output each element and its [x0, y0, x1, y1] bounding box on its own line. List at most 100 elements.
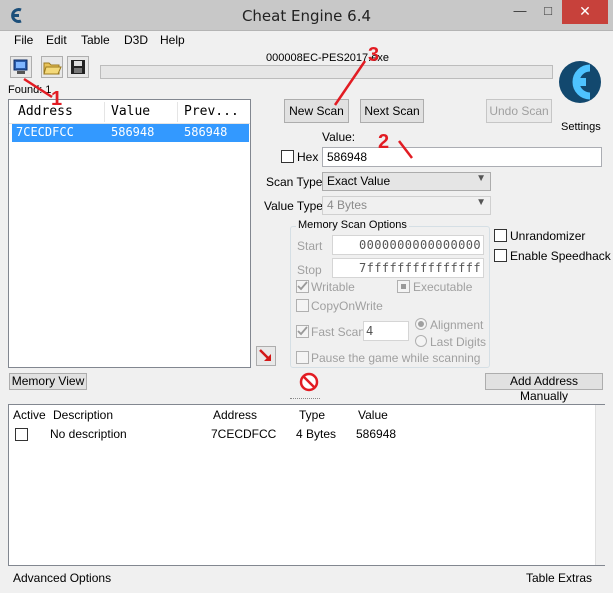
value-label: Value: — [322, 130, 356, 144]
computer-select-icon — [13, 59, 28, 74]
memory-view-button[interactable]: Memory View — [9, 373, 87, 390]
result-previous: 586948 — [184, 125, 228, 139]
last-digits-radio[interactable] — [415, 335, 427, 347]
annotation-label-3: 3 — [368, 44, 380, 66]
scan-value-input[interactable]: 586948 — [322, 147, 602, 167]
row-value: 586948 — [356, 427, 397, 441]
scan-type-value: Exact Value — [327, 174, 391, 188]
found-count: Found: 1 — [8, 84, 52, 96]
column-description[interactable]: Description — [53, 408, 113, 422]
column-active[interactable]: Active — [13, 408, 46, 422]
unrandomizer-checkbox[interactable] — [494, 229, 507, 242]
copy-on-write-label: CopyOnWrite — [311, 299, 383, 313]
advanced-options-link[interactable]: Advanced Options — [13, 571, 111, 585]
vertical-scrollbar[interactable] — [595, 405, 605, 565]
pause-game-checkbox[interactable] — [296, 351, 309, 364]
floppy-disk-icon — [71, 60, 85, 74]
table-extras-link[interactable]: Table Extras — [526, 571, 592, 585]
fast-scan-label: Fast Scan — [311, 325, 366, 339]
scan-results-list[interactable]: Address Value Prev... 7CECDFCC 586948 58… — [8, 99, 251, 368]
red-arrow-down-right-icon — [259, 349, 271, 361]
column-address[interactable]: Address — [213, 408, 257, 422]
stop-address-input[interactable]: 7fffffffffffffff — [332, 258, 484, 278]
memory-scan-options-title: Memory Scan Options — [296, 219, 409, 231]
title-bar[interactable]: Cheat Engine 6.4 — □ ✕ — [0, 0, 613, 31]
copy-on-write-checkbox[interactable] — [296, 299, 309, 312]
table-row[interactable]: No description 7CECDFCC 4 Bytes 586948 — [9, 426, 594, 444]
close-button[interactable]: ✕ — [562, 0, 608, 24]
address-table[interactable]: Active Description Address Type Value No… — [8, 404, 605, 566]
start-address-input[interactable]: 0000000000000000 — [332, 235, 484, 255]
hex-checkbox[interactable] — [281, 150, 294, 163]
annotation-label-2: 2 — [378, 131, 390, 153]
executable-label: Executable — [413, 280, 473, 294]
process-name: 000008EC-PES2017.exe — [266, 52, 389, 64]
maximize-button[interactable]: □ — [534, 0, 562, 24]
splitter-grip — [290, 398, 320, 399]
column-value[interactable]: Value — [111, 104, 150, 119]
open-process-button[interactable] — [10, 56, 32, 78]
pause-game-label: Pause the game while scanning — [311, 351, 481, 365]
stop-label: Stop — [297, 263, 322, 277]
column-separator — [177, 102, 178, 122]
value-type-label: Value Type — [264, 199, 323, 213]
result-address: 7CECDFCC — [16, 125, 74, 139]
unrandomizer-label: Unrandomizer — [510, 229, 586, 243]
chevron-down-icon: ▼ — [476, 173, 486, 184]
cheat-engine-logo-icon[interactable] — [556, 50, 604, 120]
speedhack-checkbox[interactable] — [494, 249, 507, 262]
status-bar: Advanced Options Table Extras — [0, 568, 613, 593]
copy-to-table-button[interactable] — [256, 346, 276, 366]
value-type-value: 4 Bytes — [327, 198, 368, 212]
executable-checkbox[interactable] — [397, 280, 410, 293]
menu-table[interactable]: Table — [81, 33, 110, 47]
column-previous[interactable]: Prev... — [184, 104, 239, 119]
hex-label: Hex — [297, 150, 319, 164]
annotation-label-1: 1 — [51, 88, 63, 110]
menu-edit[interactable]: Edit — [46, 33, 67, 47]
row-description: No description — [50, 427, 127, 441]
fast-scan-checkbox[interactable] — [296, 325, 309, 338]
results-header: Address Value Prev... — [9, 100, 250, 124]
new-scan-button[interactable]: New Scan — [284, 99, 349, 123]
alignment-radio[interactable] — [415, 318, 427, 330]
column-type[interactable]: Type — [299, 408, 325, 422]
start-label: Start — [297, 239, 323, 253]
panel-splitter[interactable] — [0, 396, 613, 401]
fast-scan-input[interactable]: 4 — [363, 321, 409, 341]
alignment-label: Alignment — [430, 318, 484, 332]
next-scan-button[interactable]: Next Scan — [360, 99, 424, 123]
column-separator — [104, 102, 105, 122]
writable-checkbox[interactable] — [296, 280, 309, 293]
add-address-manually-button[interactable]: Add Address Manually — [485, 373, 603, 403]
row-address: 7CECDFCC — [211, 427, 277, 441]
undo-scan-button[interactable]: Undo Scan — [486, 99, 552, 123]
writable-label: Writable — [311, 280, 355, 294]
scan-type-select[interactable]: Exact Value ▼ — [322, 172, 491, 191]
speedhack-label: Enable Speedhack — [510, 249, 611, 263]
active-checkbox[interactable] — [15, 428, 28, 441]
menu-file[interactable]: File — [14, 33, 33, 47]
folder-open-icon — [43, 62, 62, 75]
last-digits-label: Last Digits — [430, 335, 487, 349]
column-address[interactable]: Address — [18, 104, 73, 119]
minimize-button[interactable]: — — [506, 0, 534, 24]
indeterminate-mark — [401, 284, 406, 289]
row-type: 4 Bytes — [296, 427, 337, 441]
menu-bar: File Edit Table D3D Help — [0, 31, 613, 51]
value-type-select[interactable]: 4 Bytes ▼ — [322, 196, 491, 215]
menu-help[interactable]: Help — [160, 33, 185, 47]
open-file-button[interactable] — [41, 56, 63, 78]
chevron-down-icon: ▼ — [476, 197, 486, 208]
scan-progress-bar — [100, 65, 553, 79]
column-value[interactable]: Value — [358, 408, 388, 422]
settings-label[interactable]: Settings — [561, 121, 601, 133]
save-button[interactable] — [67, 56, 89, 78]
result-value: 586948 — [111, 125, 155, 139]
no-entry-icon — [299, 372, 319, 392]
result-row[interactable]: 7CECDFCC 586948 586948 — [12, 124, 249, 142]
stop-scan-button[interactable] — [299, 372, 319, 392]
check-icon — [297, 281, 308, 291]
menu-d3d[interactable]: D3D — [124, 33, 148, 47]
check-icon — [297, 326, 308, 336]
